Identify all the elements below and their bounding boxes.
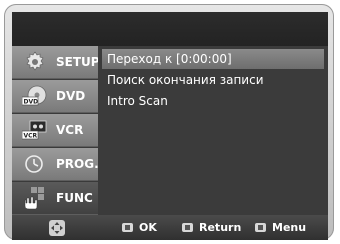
sidebar-item-label: SETUP [56,55,100,69]
sidebar-item-func[interactable]: FUNC [12,182,98,215]
osd-screen: SETUP DVD DVD VCR VCR PROG. FUNC Переход… [12,12,328,240]
function-menu: Переход к [0:00:00] Поиск окончания запи… [98,46,328,215]
button-guide-bar: OK Return Menu [12,215,328,240]
sidebar-item-dvd[interactable]: DVD DVD [12,80,98,113]
sidebar-item-label: DVD [56,89,86,103]
sidebar-item-label: VCR [56,123,84,137]
sidebar: SETUP DVD DVD VCR VCR PROG. FUNC [12,46,100,215]
return-label: Return [199,221,242,234]
sidebar-item-setup[interactable]: SETUP [12,46,100,79]
top-bar [12,12,328,46]
func-hand-icon [22,186,48,210]
sidebar-item-label: PROG. [56,157,99,171]
return-hint: Return [182,215,241,240]
gear-icon [22,50,48,74]
clock-icon [22,152,48,176]
sidebar-item-label: FUNC [56,191,93,205]
enter-key-icon [122,223,133,232]
ok-label: OK [139,221,157,234]
menu-item-intro-scan[interactable]: Intro Scan [102,91,324,111]
menu-item-end-search[interactable]: Поиск окончания записи [102,70,324,90]
menu-hint: Menu [255,215,306,240]
vcr-cassette-icon: VCR [21,118,48,142]
menu-item-goto-time[interactable]: Переход к [0:00:00] [102,49,324,69]
return-key-icon [182,223,193,232]
sidebar-item-prog[interactable]: PROG. [12,148,99,181]
menu-label: Menu [272,221,307,234]
svg-text:VCR: VCR [24,133,38,140]
sidebar-item-vcr[interactable]: VCR VCR [12,114,98,147]
svg-text:DVD: DVD [24,99,39,106]
dvd-disc-icon: DVD [21,84,48,108]
directional-pad-icon [48,219,66,237]
ok-hint: OK [122,215,157,240]
menu-key-icon [255,223,266,232]
